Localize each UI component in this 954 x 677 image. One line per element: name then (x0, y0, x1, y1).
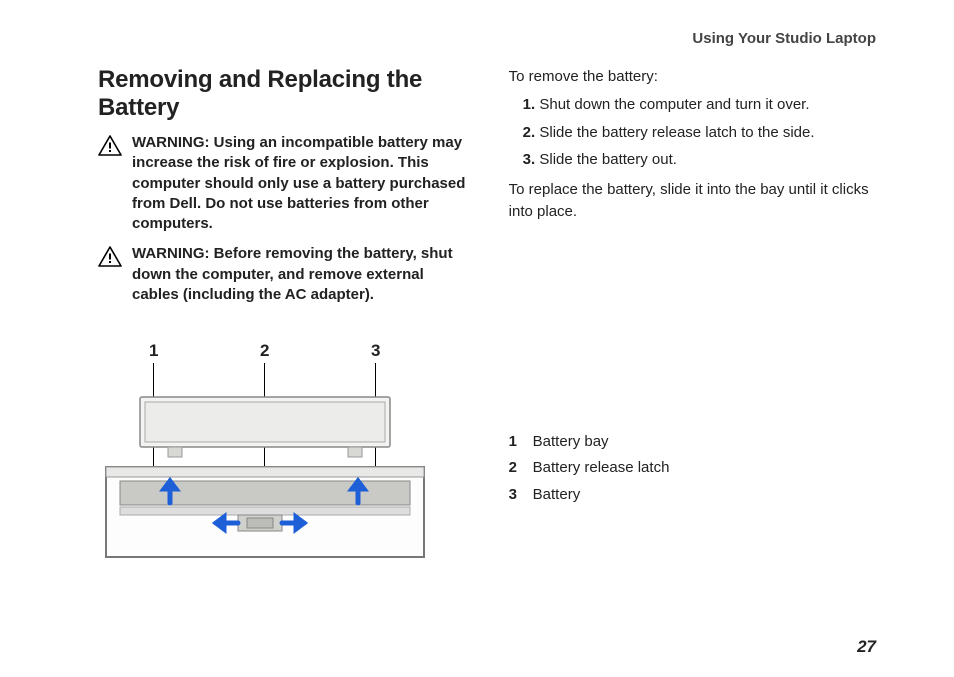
step-1: Shut down the computer and turn it over. (519, 94, 876, 116)
legend-num-2: 2 (509, 457, 521, 479)
legend-row-3: 3 Battery (509, 484, 876, 506)
callout-1: 1 (149, 339, 158, 364)
callout-2: 2 (260, 339, 269, 364)
warning-2: WARNING: Before removing the battery, sh… (98, 244, 473, 305)
replace-text: To replace the battery, slide it into th… (509, 179, 876, 223)
legend-label-1: Battery bay (533, 431, 609, 453)
right-column: To remove the battery: Shut down the com… (509, 66, 876, 579)
legend-num-3: 3 (509, 484, 521, 506)
legend-num-1: 1 (509, 431, 521, 453)
content-columns: Removing and Replacing the Battery WARNI… (98, 66, 876, 579)
warning-icon (98, 135, 122, 157)
legend-label-3: Battery (533, 484, 581, 506)
diagram-legend: 1 Battery bay 2 Battery release latch 3 … (509, 431, 876, 506)
warning-text-1: WARNING: Using an incompatible battery m… (132, 133, 473, 234)
left-column: Removing and Replacing the Battery WARNI… (98, 66, 473, 579)
remove-steps: Shut down the computer and turn it over.… (519, 94, 876, 171)
warning-1: WARNING: Using an incompatible battery m… (98, 133, 473, 234)
step-2: Slide the battery release latch to the s… (519, 122, 876, 144)
legend-row-2: 2 Battery release latch (509, 457, 876, 479)
battery-diagram: 1 2 3 (98, 339, 428, 579)
legend-label-2: Battery release latch (533, 457, 670, 479)
warning-text-2: WARNING: Before removing the battery, sh… (132, 244, 473, 305)
diagram-svg (98, 389, 428, 569)
remove-intro: To remove the battery: (509, 66, 876, 88)
warning-icon (98, 246, 122, 268)
section-header: Using Your Studio Laptop (692, 30, 876, 47)
legend-row-1: 1 Battery bay (509, 431, 876, 453)
callout-3: 3 (371, 339, 380, 364)
step-3: Slide the battery out. (519, 149, 876, 171)
page-title: Removing and Replacing the Battery (98, 66, 473, 121)
page-number: 27 (857, 637, 876, 657)
